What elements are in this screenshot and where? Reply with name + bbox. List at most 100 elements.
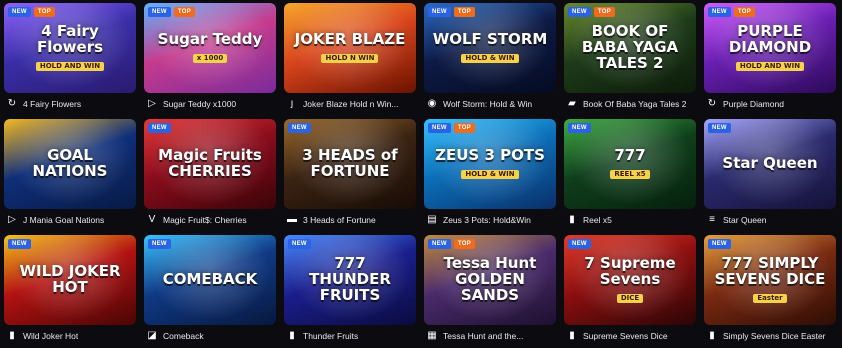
badge-group: NEW TOP [568, 7, 616, 17]
game-card[interactable]: JOKER BLAZE HOLD N WIN ȷ Joker Blaze Hold n… [284, 3, 416, 116]
game-title[interactable]: Purple Diamond [723, 99, 784, 109]
game-title[interactable]: 3 Heads of Fortune [303, 215, 376, 225]
game-logo-subtitle: HOLD N WIN [321, 54, 379, 64]
hook-icon: ȷ [290, 98, 294, 109]
game-card[interactable]: NEW 777 REEL x5 ▮ Reel x5 [564, 119, 696, 232]
game-card[interactable]: NEW 777 SIMPLY SEVENS DICE Easter ▮ Simply S… [704, 235, 836, 348]
game-logo-subtitle: REEL x5 [610, 170, 650, 180]
game-title[interactable]: Zeus 3 Pots: Hold&Win [443, 215, 531, 225]
game-caption: ȷ Joker Blaze Hold n Win... [284, 93, 416, 115]
game-thumbnail[interactable]: NEW 777 THUNDER FRUITS [284, 235, 416, 325]
game-thumbnail[interactable]: NEW TOP PURPLE DIAMOND HOLD AND WIN [704, 3, 836, 93]
play-triangle-icon: ▷ [8, 214, 16, 225]
game-card[interactable]: NEW WILD JOKER HOT ▮ Wild Joker Hot [4, 235, 136, 348]
game-card[interactable]: NEW 3 HEADS of FORTUNE ▬ 3 Heads of Fortune [284, 119, 416, 232]
game-caption: ↻ 4 Fairy Flowers [4, 93, 136, 115]
new-badge: NEW [148, 239, 171, 249]
game-card[interactable]: GOAL NATIONS ▷ J Mania Goal Nations [4, 119, 136, 232]
game-card[interactable]: NEW 7 Supreme Sevens DICE ▮ Supreme Sevens D… [564, 235, 696, 348]
new-badge: NEW [8, 239, 31, 249]
game-caption: ▮ Thunder Fruits [284, 325, 416, 347]
top-badge: TOP [33, 7, 56, 17]
game-title[interactable]: Joker Blaze Hold n Win... [303, 99, 398, 109]
game-thumbnail[interactable]: NEW TOP Sugar Teddy x 1000 [144, 3, 276, 93]
new-badge: NEW [148, 123, 171, 133]
game-logo-text: Magic Fruits CHERRIES [158, 146, 262, 180]
new-badge: NEW [8, 7, 31, 17]
game-caption: ▮ Reel x5 [564, 209, 696, 231]
game-card[interactable]: NEW Star Queen ≡ Star Queen [704, 119, 836, 232]
game-thumbnail[interactable]: NEW TOP 4 Fairy Flowers HOLD AND WIN [4, 3, 136, 93]
game-thumbnail[interactable]: NEW Star Queen [704, 119, 836, 209]
game-logo-text: JOKER BLAZE [294, 30, 406, 49]
hacksaw-icon: ▬ [287, 214, 297, 225]
slot-machine-icon: ▮ [569, 214, 575, 225]
game-title[interactable]: Wild Joker Hot [23, 331, 78, 341]
game-grid: NEW TOP 4 Fairy Flowers HOLD AND WIN ↻ 4 Fair… [4, 3, 836, 348]
game-thumbnail[interactable]: NEW TOP BOOK OF BABA YAGA TALES 2 [564, 3, 696, 93]
game-card[interactable]: NEW TOP Sugar Teddy x 1000 ▷ Sugar Teddy x100… [144, 3, 276, 116]
slot-machine-icon: ▮ [289, 330, 295, 341]
game-logo-subtitle: Easter [753, 293, 787, 304]
game-title[interactable]: 4 Fairy Flowers [23, 99, 81, 109]
game-thumbnail[interactable]: NEW Magic Fruits CHERRIES [144, 119, 276, 209]
game-title[interactable]: Star Queen [723, 215, 766, 225]
top-badge: TOP [733, 7, 756, 17]
badge-group: NEW [708, 239, 731, 249]
badge-group: NEW [148, 123, 171, 133]
game-caption: ▮ Wild Joker Hot [4, 325, 136, 347]
game-title[interactable]: Reel x5 [583, 215, 612, 225]
badge-group: NEW [568, 123, 591, 133]
new-badge: NEW [428, 123, 451, 133]
game-thumbnail[interactable]: NEW COMEBACK [144, 235, 276, 325]
game-caption: ◪ Comeback [144, 325, 276, 347]
new-badge: NEW [568, 123, 591, 133]
game-thumbnail[interactable]: NEW TOP ZEUS 3 POTS HOLD & WIN [424, 119, 556, 209]
badge-group: NEW [568, 239, 591, 249]
game-title[interactable]: Tessa Hunt and the... [443, 331, 523, 341]
game-thumbnail[interactable]: NEW 777 REEL x5 [564, 119, 696, 209]
game-thumbnail[interactable]: JOKER BLAZE HOLD N WIN [284, 3, 416, 93]
badge-group: NEW [148, 239, 171, 249]
game-logo-text: BOOK OF BABA YAGA TALES 2 [581, 22, 679, 72]
game-thumbnail[interactable]: NEW 777 SIMPLY SEVENS DICE Easter [704, 235, 836, 325]
game-logo: ZEUS 3 POTS HOLD & WIN [427, 147, 553, 180]
stack-icon: ≡ [709, 214, 715, 225]
game-title[interactable]: Thunder Fruits [303, 331, 358, 341]
game-card[interactable]: NEW TOP 4 Fairy Flowers HOLD AND WIN ↻ 4 Fair… [4, 3, 136, 116]
game-card[interactable]: NEW TOP WOLF STORM HOLD & WIN ◉ Wolf Storm: H… [424, 3, 556, 116]
game-thumbnail[interactable]: NEW 3 HEADS of FORTUNE [284, 119, 416, 209]
game-caption: ▷ Sugar Teddy x1000 [144, 93, 276, 115]
document-icon: ▰ [568, 98, 576, 109]
game-thumbnail[interactable]: NEW TOP Tessa Hunt GOLDEN SANDS [424, 235, 556, 325]
game-logo: Tessa Hunt GOLDEN SANDS [424, 254, 556, 304]
game-logo-text: Tessa Hunt GOLDEN SANDS [443, 254, 537, 304]
game-title[interactable]: J Mania Goal Nations [23, 215, 104, 225]
game-title[interactable]: Supreme Sevens Dice [583, 331, 668, 341]
top-badge: TOP [593, 7, 616, 17]
game-thumbnail[interactable]: NEW TOP WOLF STORM HOLD & WIN [424, 3, 556, 93]
game-thumbnail[interactable]: NEW WILD JOKER HOT [4, 235, 136, 325]
game-logo: COMEBACK [155, 271, 266, 288]
game-title[interactable]: Comeback [163, 331, 204, 341]
game-card[interactable]: NEW Magic Fruits CHERRIES V Magic Fruit$: C… [144, 119, 276, 232]
new-badge: NEW [708, 239, 731, 249]
game-title[interactable]: Simply Sevens Dice Easter [723, 331, 826, 341]
game-card[interactable]: NEW TOP Tessa Hunt GOLDEN SANDS ▦ Tessa Hunt… [424, 235, 556, 348]
game-title[interactable]: Book Of Baba Yaga Tales 2 [583, 99, 687, 109]
game-card[interactable]: NEW TOP BOOK OF BABA YAGA TALES 2 ▰ Book Of … [564, 3, 696, 116]
game-card[interactable]: NEW TOP PURPLE DIAMOND HOLD AND WIN ↻ Purple … [704, 3, 836, 116]
top-badge: TOP [453, 7, 476, 17]
game-card[interactable]: NEW TOP ZEUS 3 POTS HOLD & WIN ▤ Zeus 3 Pots:… [424, 119, 556, 232]
game-card[interactable]: NEW COMEBACK ◪ Comeback [144, 235, 276, 348]
badge-group: NEW TOP [428, 239, 476, 249]
game-thumbnail[interactable]: GOAL NATIONS [4, 119, 136, 209]
game-card[interactable]: NEW 777 THUNDER FRUITS ▮ Thunder Fruits [284, 235, 416, 348]
game-title[interactable]: Wolf Storm: Hold & Win [443, 99, 532, 109]
game-title[interactable]: Sugar Teddy x1000 [163, 99, 236, 109]
qr-grid-icon: ▦ [427, 330, 437, 341]
game-title[interactable]: Magic Fruit$: Cherries [163, 215, 247, 225]
new-badge: NEW [708, 7, 731, 17]
game-thumbnail[interactable]: NEW 7 Supreme Sevens DICE [564, 235, 696, 325]
game-logo-subtitle: HOLD & WIN [461, 170, 519, 180]
